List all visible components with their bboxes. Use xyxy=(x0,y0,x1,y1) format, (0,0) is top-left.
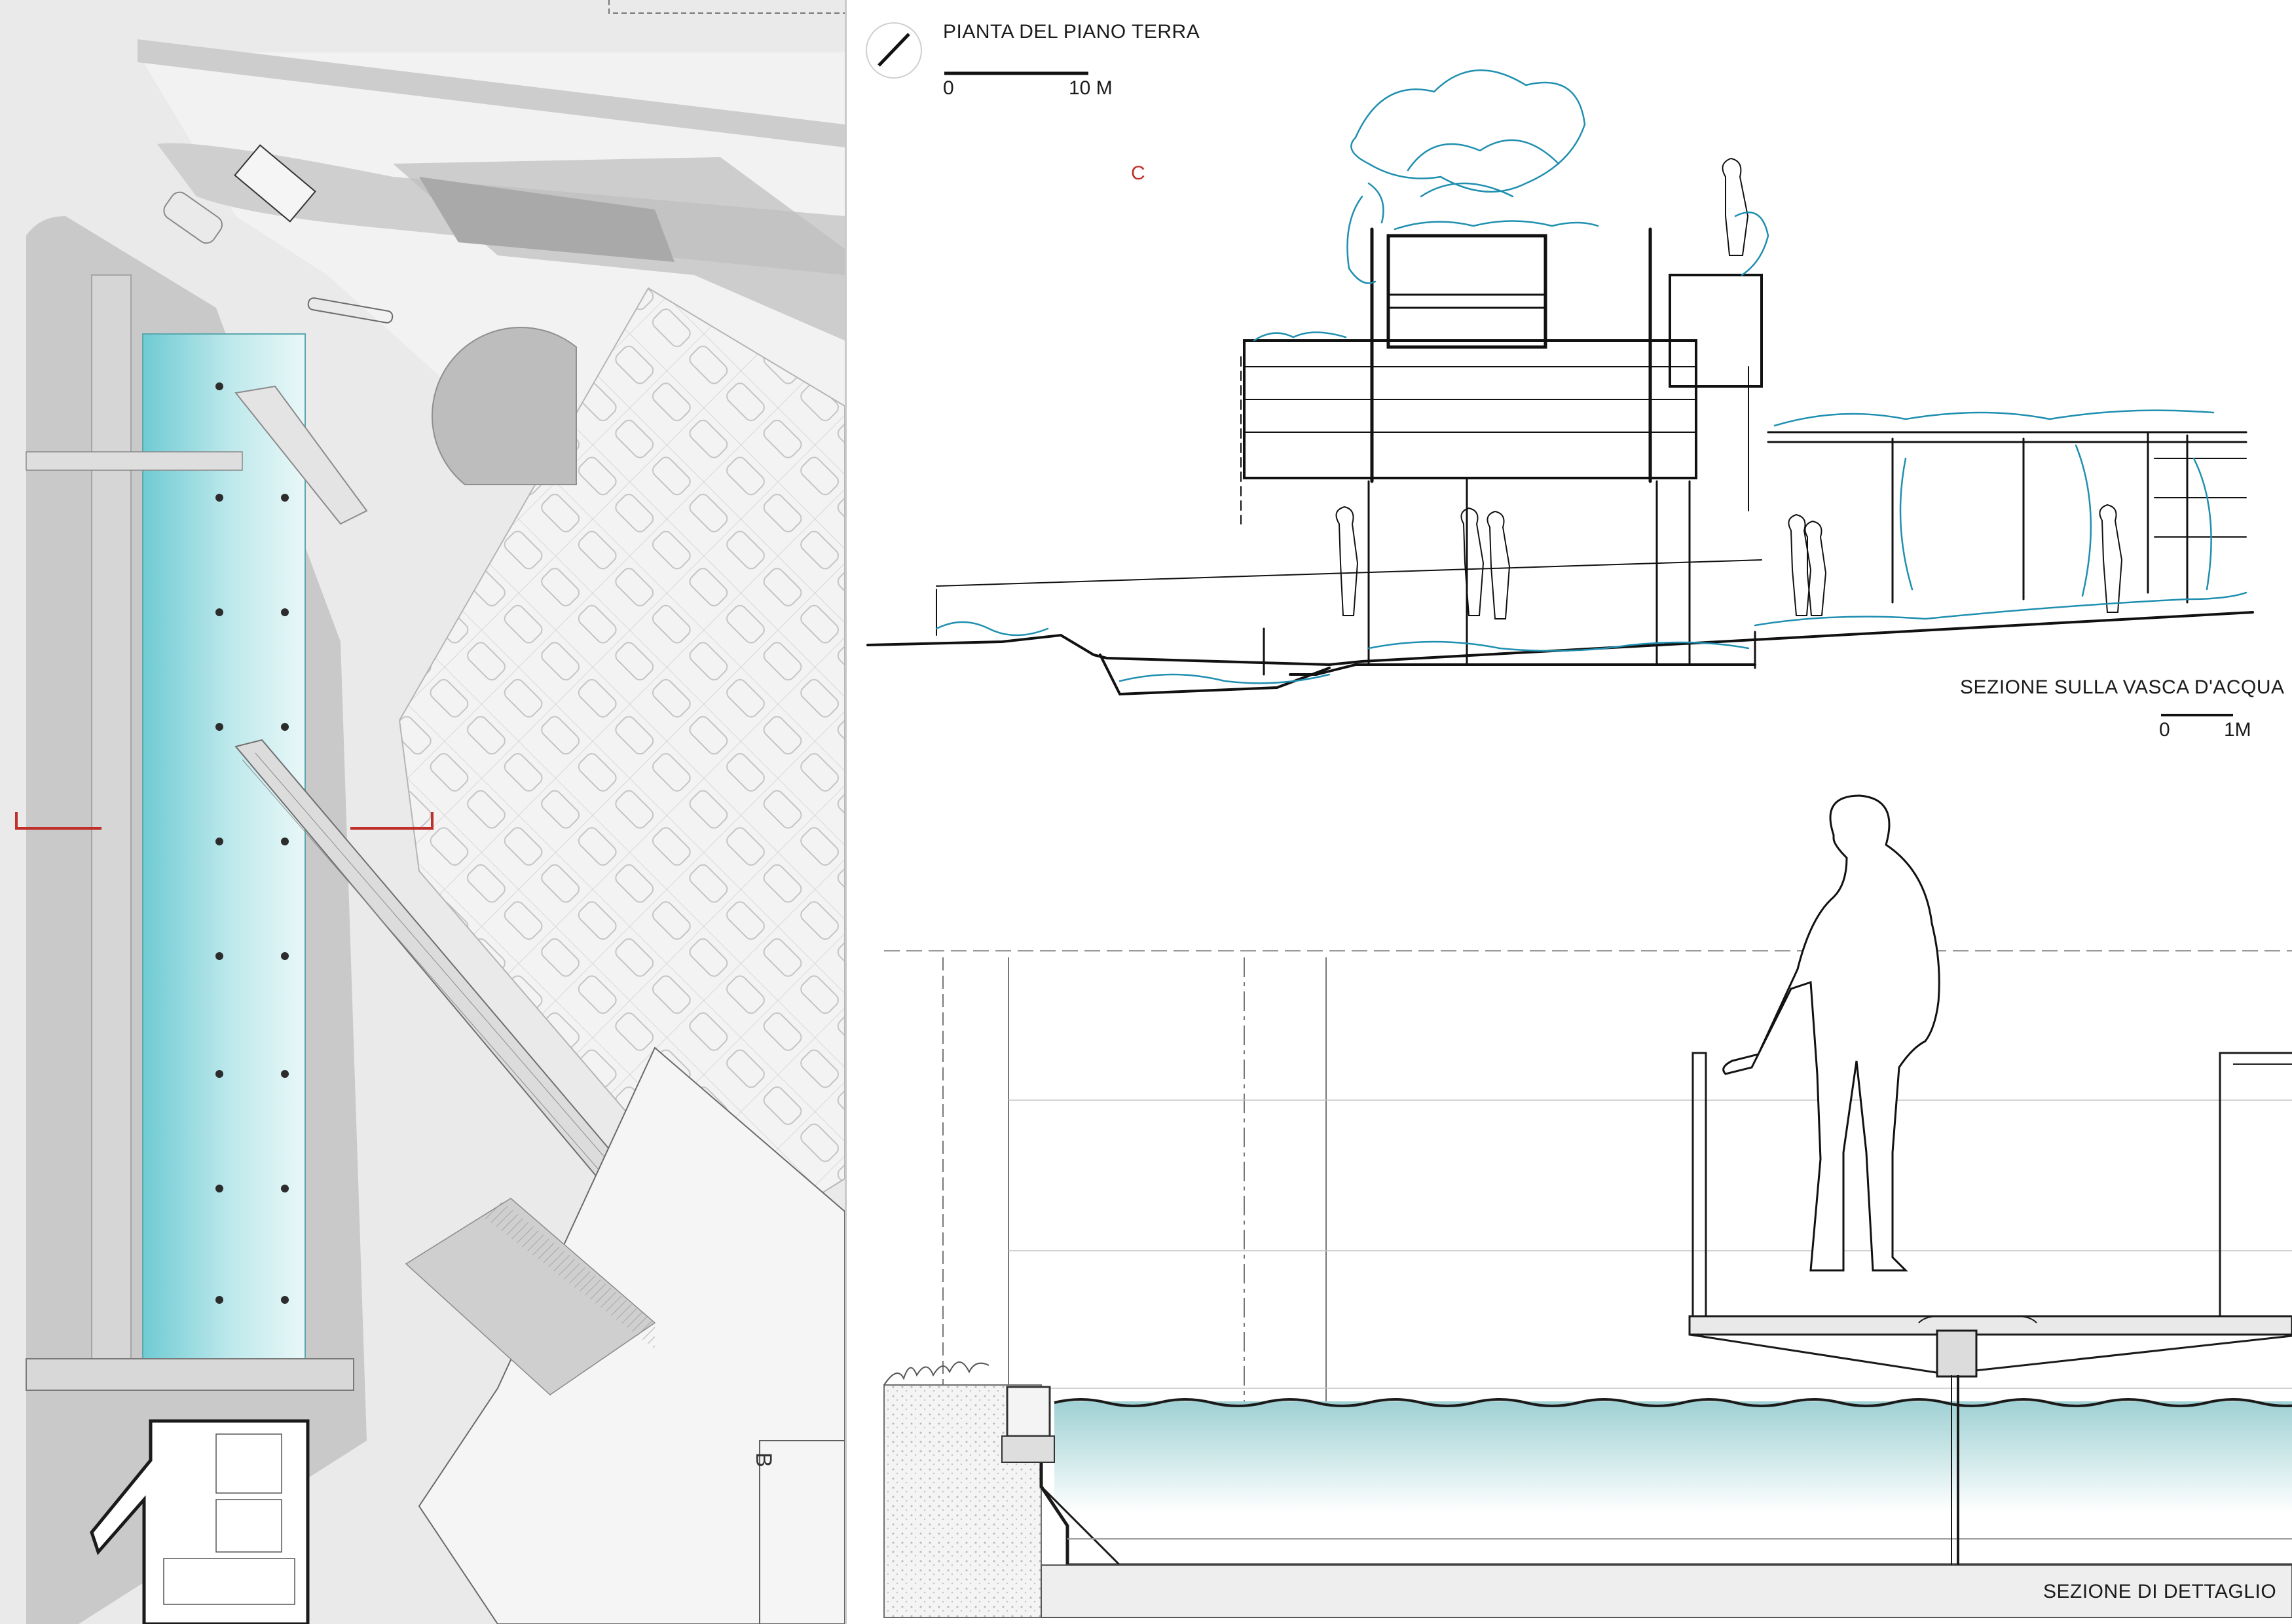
plan-title: PIANTA DEL PIANO TERRA xyxy=(943,21,1200,43)
section-scale-start: 0 xyxy=(2159,719,2170,741)
ground-floor-plan: B xyxy=(0,0,845,1624)
water-section-sketch xyxy=(866,157,2254,696)
detail-water xyxy=(1054,1401,2292,1513)
detail-section xyxy=(883,794,2292,1618)
section-drawings xyxy=(866,22,2292,1618)
detail-section-title: SEZIONE DI DETTAGLIO xyxy=(2043,1581,2277,1602)
section-mark-c: C xyxy=(1131,162,1145,184)
person-silhouette xyxy=(1722,794,1940,1272)
upper-bridge xyxy=(26,451,243,471)
mark-b: B xyxy=(751,1452,776,1467)
water-basin xyxy=(142,333,306,1382)
section-scale-end: 1M xyxy=(2224,719,2251,741)
lower-bridge xyxy=(26,1358,354,1391)
basin-edge-path xyxy=(91,274,132,1389)
plan-scale-end: 10 M xyxy=(1069,77,1113,99)
plan-scale-start: 0 xyxy=(943,77,954,99)
north-arrow-needle xyxy=(878,33,910,67)
water-section-title: SEZIONE SULLA VASCA D'ACQUA xyxy=(1960,676,2285,698)
